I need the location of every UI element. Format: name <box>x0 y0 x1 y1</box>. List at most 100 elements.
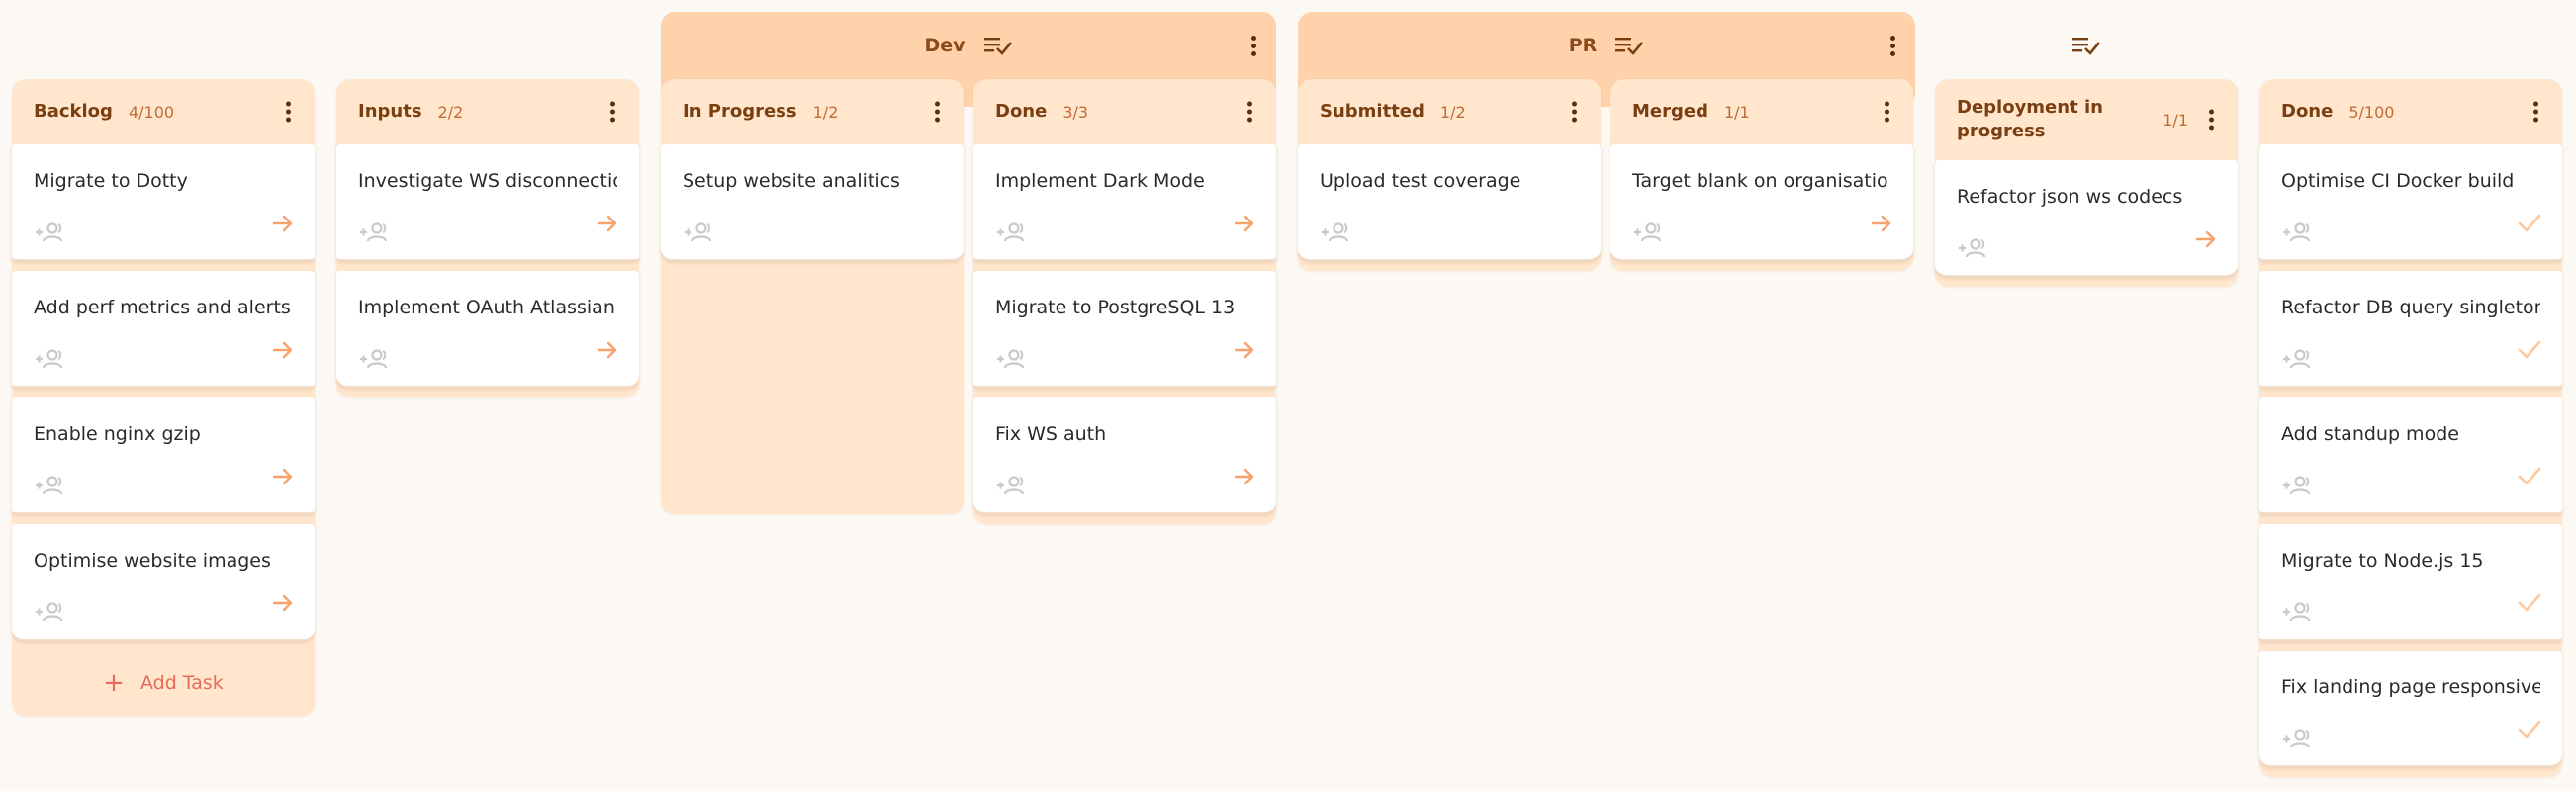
column-header: Inputs 2/2 <box>336 79 639 144</box>
column-header: In Progress 1/2 <box>661 79 964 144</box>
column-menu-button[interactable] <box>286 101 291 123</box>
task-title: Add standup mode <box>2281 423 2459 445</box>
task-card[interactable]: Migrate to Node.js 15 <box>2259 524 2562 641</box>
task-title: Fix WS auth <box>995 423 1107 445</box>
task-title: Migrate to Dotty <box>34 170 188 192</box>
plus-icon: + <box>103 668 125 698</box>
task-card[interactable]: Implement Dark Mode <box>973 144 1276 261</box>
task-card[interactable]: Enable nginx gzip <box>12 397 315 514</box>
column-count: 2/2 <box>437 102 464 122</box>
assign-user-icon[interactable] <box>34 601 65 623</box>
task-card[interactable]: Add standup mode <box>2259 397 2562 514</box>
column-count: 1/2 <box>812 102 839 122</box>
column-header: Done 5/100 <box>2259 79 2562 144</box>
column-menu-button[interactable] <box>935 101 940 123</box>
column-title: Merged <box>1632 100 1708 122</box>
assign-user-icon[interactable] <box>2281 601 2313 623</box>
column-submitted: Submitted 1/2 Upload test coverage <box>1298 79 1601 271</box>
move-forward-arrow-icon[interactable] <box>596 338 619 362</box>
column-title: In Progress <box>683 100 797 122</box>
assign-user-icon[interactable] <box>683 221 714 243</box>
move-forward-arrow-icon[interactable] <box>271 591 295 615</box>
task-title: Migrate to Node.js 15 <box>2281 550 2484 571</box>
assign-user-icon[interactable] <box>2281 728 2313 749</box>
move-forward-arrow-icon[interactable] <box>271 338 295 362</box>
column-menu-button[interactable] <box>2209 109 2214 131</box>
group-pr-title: PR <box>1568 35 1598 56</box>
check-icon <box>2518 214 2541 232</box>
task-card[interactable]: Migrate to Dotty <box>12 144 315 261</box>
assign-user-icon[interactable] <box>2281 221 2313 243</box>
task-card[interactable]: Target blank on organisatio ... <box>1610 144 1913 261</box>
task-title: Refactor json ws codecs <box>1957 186 2183 208</box>
assign-user-icon[interactable] <box>2281 475 2313 496</box>
add-task-button[interactable]: + Add Task <box>12 651 315 716</box>
column-header: Done 3/3 <box>973 79 1276 144</box>
move-forward-arrow-icon[interactable] <box>1233 212 1256 235</box>
task-card[interactable]: Setup website analitics <box>661 144 964 261</box>
column-menu-button[interactable] <box>1572 101 1577 123</box>
move-forward-arrow-icon[interactable] <box>2194 227 2218 251</box>
group-pr-menu-button[interactable] <box>1890 35 1895 56</box>
column-header: Merged 1/1 <box>1610 79 1913 144</box>
assign-user-icon[interactable] <box>34 475 65 496</box>
task-title: Investigate WS disconnectio ... <box>358 170 617 192</box>
move-forward-arrow-icon[interactable] <box>1233 338 1256 362</box>
task-title: Migrate to PostgreSQL 13 <box>995 297 1236 318</box>
move-forward-arrow-icon[interactable] <box>1233 465 1256 488</box>
column-menu-button[interactable] <box>2533 101 2538 123</box>
assign-user-icon[interactable] <box>34 221 65 243</box>
sort-check-icon[interactable] <box>2071 35 2101 56</box>
column-count: 5/100 <box>2348 102 2395 122</box>
column-dev-done: Done 3/3 Implement Dark Mode Migrate to P… <box>973 79 1276 524</box>
column-in-progress: In Progress 1/2 Setup website analitics <box>661 79 964 514</box>
task-card[interactable]: Fix WS auth <box>973 397 1276 514</box>
assign-user-icon[interactable] <box>1320 221 1351 243</box>
column-menu-button[interactable] <box>1247 101 1252 123</box>
assign-user-icon[interactable] <box>995 475 1027 496</box>
column-title: Deployment in progress <box>1957 96 2103 141</box>
move-forward-arrow-icon[interactable] <box>596 212 619 235</box>
task-card[interactable]: Investigate WS disconnectio ... <box>336 144 639 261</box>
task-title: Refactor DB query singleton ... <box>2281 297 2540 318</box>
assign-user-icon[interactable] <box>995 348 1027 370</box>
column-title: Backlog <box>34 100 113 122</box>
group-dev-title: Dev <box>924 35 966 56</box>
check-icon <box>2518 340 2541 359</box>
column-count: 1/1 <box>2162 110 2188 130</box>
column-deployment: Deployment in progress 1/1 Refactor json… <box>1935 79 2238 287</box>
move-forward-arrow-icon[interactable] <box>271 212 295 235</box>
assign-user-icon[interactable] <box>1632 221 1664 243</box>
task-card[interactable]: Upload test coverage <box>1298 144 1601 261</box>
check-icon <box>2518 467 2541 485</box>
task-card[interactable]: Optimise website images <box>12 524 315 641</box>
assign-user-icon[interactable] <box>2281 348 2313 370</box>
move-forward-arrow-icon[interactable] <box>271 465 295 488</box>
column-menu-button[interactable] <box>610 101 615 123</box>
task-card[interactable]: Optimise CI Docker build <box>2259 144 2562 261</box>
task-card[interactable]: Implement OAuth Atlassian <box>336 271 639 388</box>
task-card[interactable]: Refactor DB query singleton ... <box>2259 271 2562 388</box>
task-title: Fix landing page responsive ... <box>2281 676 2540 698</box>
column-menu-button[interactable] <box>1885 101 1889 123</box>
column-count: 1/2 <box>1439 102 1466 122</box>
assign-user-icon[interactable] <box>358 221 390 243</box>
task-card[interactable]: Add perf metrics and alerts ... <box>12 271 315 388</box>
assign-user-icon[interactable] <box>34 348 65 370</box>
move-forward-arrow-icon[interactable] <box>1870 212 1893 235</box>
sort-check-icon[interactable] <box>983 35 1013 56</box>
task-title: Upload test coverage <box>1320 170 1521 192</box>
task-title: Add perf metrics and alerts ... <box>34 297 293 318</box>
task-title: Enable nginx gzip <box>34 423 201 445</box>
assign-user-icon[interactable] <box>358 348 390 370</box>
sort-check-icon[interactable] <box>1614 35 1644 56</box>
column-title: Inputs <box>358 100 422 122</box>
task-card[interactable]: Refactor json ws codecs <box>1935 160 2238 277</box>
column-header: Submitted 1/2 <box>1298 79 1601 144</box>
group-dev-menu-button[interactable] <box>1251 35 1256 56</box>
assign-user-icon[interactable] <box>1957 237 1988 259</box>
column-title: Submitted <box>1320 100 1425 122</box>
task-card[interactable]: Migrate to PostgreSQL 13 <box>973 271 1276 388</box>
task-card[interactable]: Fix landing page responsive ... <box>2259 651 2562 767</box>
assign-user-icon[interactable] <box>995 221 1027 243</box>
